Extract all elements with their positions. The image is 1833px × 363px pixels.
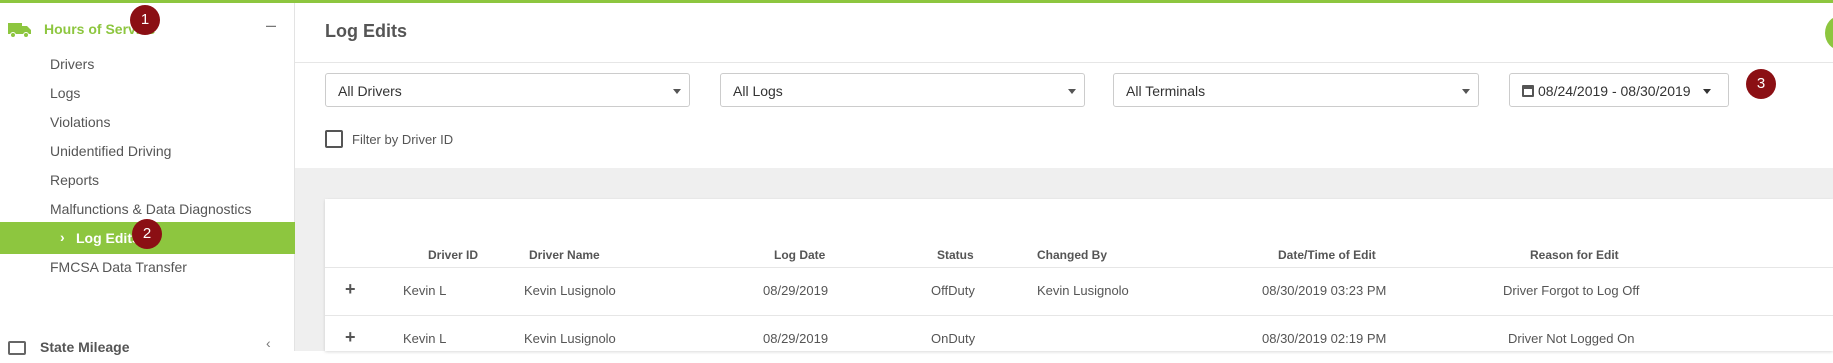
column-header-edit-time[interactable]: Date/Time of Edit (1278, 248, 1376, 262)
sidebar-item-label: Drivers (50, 56, 95, 72)
sidebar: Hours of Service – Drivers Logs Violatio… (0, 3, 295, 356)
column-header-driver-id[interactable]: Driver ID (428, 248, 478, 262)
sidebar-item-unidentified-driving[interactable]: Unidentified Driving (0, 135, 295, 167)
filter-by-driver-id-label: Filter by Driver ID (352, 132, 454, 147)
collapse-icon[interactable]: – (266, 15, 276, 36)
fuel-icon (8, 341, 26, 356)
column-header-status[interactable]: Status (937, 248, 974, 262)
cell-driver-name: Kevin Lusignolo (524, 283, 616, 298)
table-row[interactable]: + Kevin L Kevin Lusignolo 08/29/2019 OnD… (325, 315, 1833, 363)
sidebar-item-fmcsa-data-transfer[interactable]: FMCSA Data Transfer (0, 251, 295, 283)
callout-badge-3: 3 (1746, 69, 1776, 99)
sidebar-item-logs[interactable]: Logs (0, 77, 295, 109)
page-title: Log Edits (325, 21, 407, 41)
sidebar-item-label: Violations (50, 114, 111, 130)
caret-down-icon (1462, 89, 1470, 94)
caret-down-icon (673, 89, 681, 94)
main-content: Log Edits All Drivers All Logs All Termi… (295, 3, 1833, 351)
callout-badge-1: 1 (130, 5, 160, 35)
cell-driver-name: Kevin Lusignolo (524, 331, 616, 346)
cell-status: OffDuty (931, 283, 975, 298)
drivers-select-value: All Drivers (338, 83, 402, 99)
sidebar-item-label: FMCSA Data Transfer (50, 259, 187, 275)
filter-by-driver-id-checkbox[interactable] (325, 130, 343, 148)
caret-down-icon (1068, 89, 1076, 94)
sidebar-item-label: Unidentified Driving (50, 143, 172, 159)
divider (295, 62, 1833, 63)
column-header-changed-by[interactable]: Changed By (1037, 248, 1107, 262)
truck-icon (8, 23, 31, 38)
chevron-right-icon: › (60, 229, 65, 245)
expand-row-icon[interactable]: + (345, 327, 356, 348)
cell-driver-id: Kevin L (403, 283, 447, 298)
caret-down-icon (1703, 89, 1711, 94)
calendar-icon (1522, 85, 1534, 97)
cell-edit-time: 08/30/2019 03:23 PM (1262, 283, 1387, 298)
chevron-down-icon[interactable]: ‹ (266, 335, 271, 351)
cell-log-date: 08/29/2019 (763, 283, 829, 298)
sidebar-item-drivers[interactable]: Drivers (0, 48, 295, 80)
logs-select[interactable]: All Logs (720, 73, 1085, 107)
table-row[interactable]: + Kevin L Kevin Lusignolo 08/29/2019 Off… (325, 267, 1833, 315)
sidebar-item-violations[interactable]: Violations (0, 106, 295, 138)
cell-edit-time: 08/30/2019 02:19 PM (1262, 331, 1387, 346)
sidebar-item-label: Reports (50, 172, 100, 188)
column-header-reason[interactable]: Reason for Edit (1530, 248, 1619, 262)
expand-row-icon[interactable]: + (345, 279, 356, 300)
date-range-value: 08/24/2019 - 08/30/2019 (1538, 83, 1691, 99)
sidebar-item-label: Logs (50, 85, 81, 101)
sidebar-item-label: Log Edits (76, 230, 140, 246)
cell-log-date: 08/29/2019 (763, 331, 829, 346)
column-header-driver-name[interactable]: Driver Name (529, 248, 600, 262)
column-header-log-date[interactable]: Log Date (774, 248, 825, 262)
drivers-select[interactable]: All Drivers (325, 73, 690, 107)
date-range-picker[interactable]: 08/24/2019 - 08/30/2019 (1509, 73, 1729, 107)
sidebar-item-reports[interactable]: Reports (0, 164, 295, 196)
terminals-select-value: All Terminals (1126, 83, 1206, 99)
logs-select-value: All Logs (733, 83, 783, 99)
cell-status: OnDuty (931, 331, 976, 346)
terminals-select[interactable]: All Terminals (1113, 73, 1479, 107)
cell-driver-id: Kevin L (403, 331, 447, 346)
cell-changed-by: Kevin Lusignolo (1037, 283, 1129, 298)
sidebar-section-state-mileage[interactable]: State Mileage (8, 339, 129, 356)
cell-reason: Driver Forgot to Log Off (1503, 283, 1640, 298)
avatar[interactable] (1825, 16, 1833, 50)
sidebar-item-label: Malfunctions & Data Diagnostics (50, 201, 252, 217)
callout-badge-2: 2 (132, 219, 162, 249)
cell-reason: Driver Not Logged On (1508, 331, 1635, 346)
